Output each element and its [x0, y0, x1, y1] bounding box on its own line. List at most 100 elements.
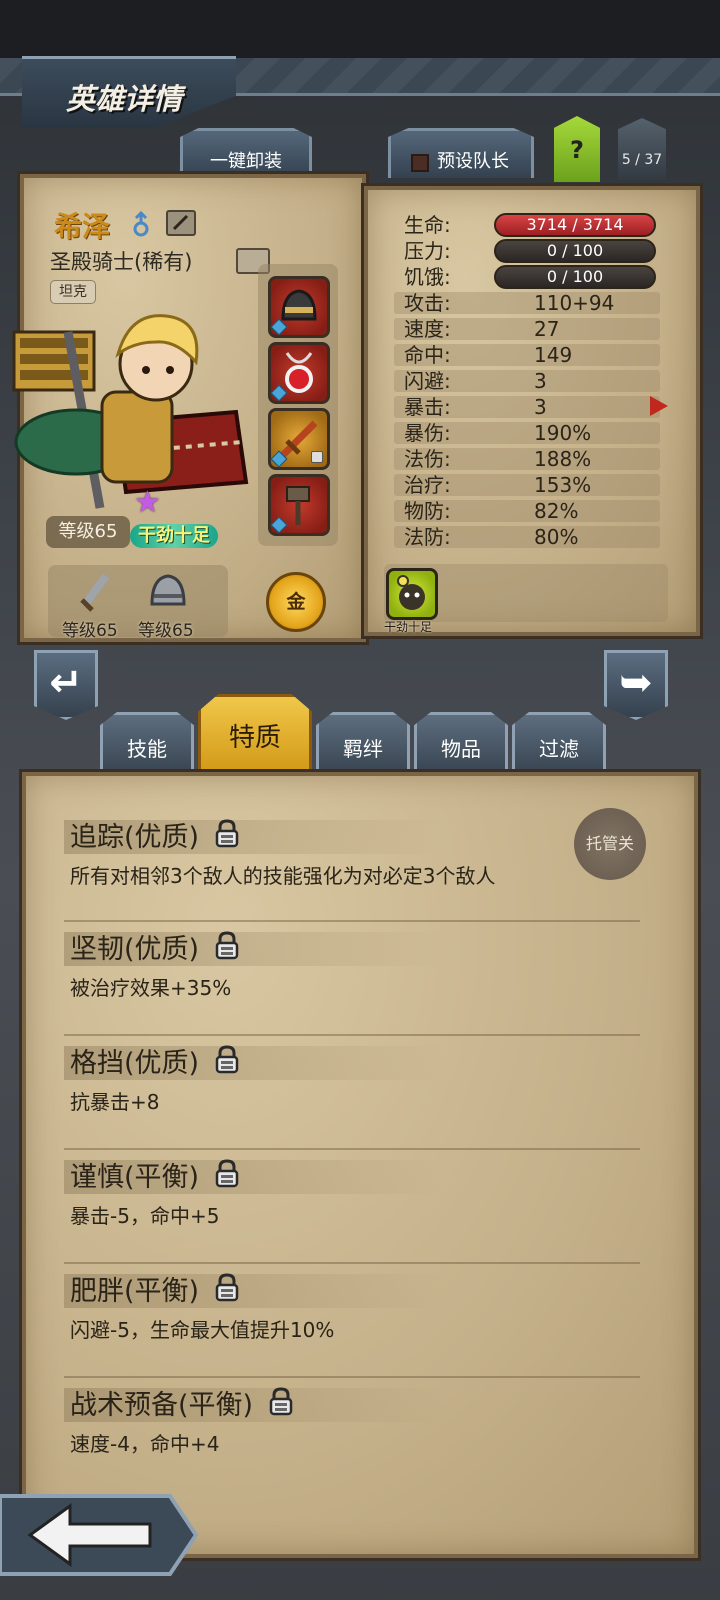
- trait-title: 肥胖(平衡): [70, 1276, 200, 1307]
- trait-title: 追踪(优质): [70, 822, 200, 853]
- hero-name: 希泽: [54, 210, 111, 243]
- stat-row-attack: 攻击: 110+94: [394, 290, 664, 316]
- stat-value: 110+94: [534, 291, 615, 315]
- tab-traits[interactable]: 特质: [198, 694, 312, 774]
- stat-value: 80%: [534, 525, 579, 549]
- hero-portrait: [12, 314, 249, 509]
- trait-item: 坚韧(优质) 被治疗效果+35%: [64, 928, 650, 1004]
- equip-slot-amulet[interactable]: [268, 342, 330, 404]
- armor-helmet-icon[interactable]: [146, 570, 190, 614]
- stat-label: 生命:: [404, 213, 451, 237]
- stat-value: 27: [534, 317, 560, 341]
- hero-trait-tag: 干劲十足: [130, 524, 218, 548]
- trait-item: 格挡(优质) 抗暴击+8: [64, 1042, 650, 1118]
- stat-label: 饥饿:: [404, 265, 451, 289]
- divider: [64, 920, 640, 922]
- trait-item: 战术预备(平衡) 速度-4，命中+4: [64, 1384, 650, 1460]
- page-title: 英雄详情: [66, 82, 183, 116]
- tab-filter[interactable]: 过滤: [512, 712, 606, 772]
- stat-row-phys-defense: 物防: 82%: [394, 498, 664, 524]
- divider: [64, 1262, 640, 1264]
- stat-label: 暴击:: [404, 395, 451, 419]
- equip-slot-offhand[interactable]: [268, 474, 330, 536]
- trait-title: 坚韧(优质): [70, 934, 200, 965]
- trait-item: 谨慎(平衡) 暴击-5，命中+5: [64, 1156, 650, 1232]
- trait-title: 战术预备(平衡): [70, 1390, 254, 1421]
- stat-value: 82%: [534, 499, 579, 523]
- back-button[interactable]: [0, 1490, 200, 1580]
- trait-title: 谨慎(平衡): [70, 1162, 200, 1193]
- stat-label: 压力:: [404, 239, 451, 263]
- stat-label: 法防:: [404, 525, 451, 549]
- expand-stats-arrow-icon[interactable]: [650, 396, 668, 416]
- lock-icon[interactable]: [268, 1386, 294, 1416]
- stat-value: 188%: [534, 447, 592, 471]
- page-counter: 5 / 37: [618, 118, 666, 180]
- preset-leader-checkbox[interactable]: [411, 154, 429, 172]
- next-hero-button[interactable]: ➥: [604, 650, 668, 720]
- trait-description: 所有对相邻3个敌人的技能强化为对必定3个敌人: [70, 864, 496, 888]
- stat-label: 治疗:: [404, 473, 451, 497]
- lock-icon[interactable]: [214, 818, 240, 848]
- passive-skill-label: 干劲十足: [384, 620, 433, 634]
- trait-description: 抗暴击+8: [70, 1090, 160, 1114]
- passive-skill-icon[interactable]: [386, 568, 438, 620]
- stat-row-healing: 治疗: 153%: [394, 472, 664, 498]
- stat-label: 速度:: [404, 317, 451, 341]
- stat-row-speed: 速度: 27: [394, 316, 664, 342]
- stat-value: 3: [534, 369, 547, 393]
- hero-level: 等级65: [46, 516, 130, 548]
- stat-row-stress: 压力: 0 / 100: [394, 238, 664, 264]
- gold-coin-icon[interactable]: 金: [266, 572, 326, 632]
- star-icon: ★: [134, 485, 161, 520]
- weapon-icon[interactable]: [72, 570, 116, 614]
- weapon-level: 等级65: [62, 621, 118, 641]
- stat-row-hp: 生命: 3714 / 3714: [394, 212, 664, 238]
- lock-icon[interactable]: [214, 1044, 240, 1074]
- stat-label: 攻击:: [404, 291, 451, 315]
- tab-skills[interactable]: 技能: [100, 712, 194, 772]
- hp-bar: 3714 / 3714: [494, 213, 656, 237]
- preset-leader-button[interactable]: 预设队长: [388, 128, 534, 178]
- equip-slot-weapon[interactable]: [268, 408, 330, 470]
- unequip-all-button[interactable]: 一键卸装: [180, 128, 312, 178]
- trait-title: 格挡(优质): [70, 1048, 200, 1079]
- trait-description: 被治疗效果+35%: [70, 976, 232, 1000]
- divider: [64, 1034, 640, 1036]
- gender-male-icon: [133, 211, 149, 237]
- edit-icon[interactable]: [166, 210, 196, 236]
- trait-item: 肥胖(平衡) 闪避-5，生命最大值提升10%: [64, 1270, 650, 1346]
- help-button[interactable]: ?: [554, 116, 600, 182]
- armor-level: 等级65: [138, 621, 194, 641]
- stat-label: 命中:: [404, 343, 451, 367]
- preset-leader-label: 预设队长: [437, 151, 509, 172]
- stat-row-crit: 暴击: 3: [394, 394, 664, 420]
- stat-row-crit-damage: 暴伤: 190%: [394, 420, 664, 446]
- lock-icon[interactable]: [214, 930, 240, 960]
- stat-value: 190%: [534, 421, 592, 445]
- tab-items[interactable]: 物品: [414, 712, 508, 772]
- lock-icon: [311, 451, 323, 463]
- trait-description: 速度-4，命中+4: [70, 1432, 220, 1456]
- stat-value: 3: [534, 395, 547, 419]
- stat-row-magic-defense: 法防: 80%: [394, 524, 664, 550]
- divider: [64, 1376, 640, 1378]
- stat-label: 闪避:: [404, 369, 451, 393]
- stress-bar: 0 / 100: [494, 239, 656, 263]
- divider: [64, 1148, 640, 1150]
- hunger-bar: 0 / 100: [494, 265, 656, 289]
- lock-icon[interactable]: [214, 1158, 240, 1188]
- trait-item: 追踪(优质) 所有对相邻3个敌人的技能强化为对必定3个敌人: [64, 816, 650, 892]
- lock-icon[interactable]: [214, 1272, 240, 1302]
- stat-value: 149: [534, 343, 573, 367]
- tab-bonds[interactable]: 羁绊: [316, 712, 410, 772]
- prev-hero-button[interactable]: ↵: [34, 650, 98, 720]
- hero-class: 圣殿骑士(稀有): [50, 250, 193, 274]
- stat-label: 法伤:: [404, 447, 451, 471]
- status-bar: [0, 0, 720, 58]
- stat-row-hunger: 饥饿: 0 / 100: [394, 264, 664, 290]
- equip-slot-helmet[interactable]: [268, 276, 330, 338]
- stat-row-magic-damage: 法伤: 188%: [394, 446, 664, 472]
- stat-label: 物防:: [404, 499, 451, 523]
- stat-row-dodge: 闪避: 3: [394, 368, 664, 394]
